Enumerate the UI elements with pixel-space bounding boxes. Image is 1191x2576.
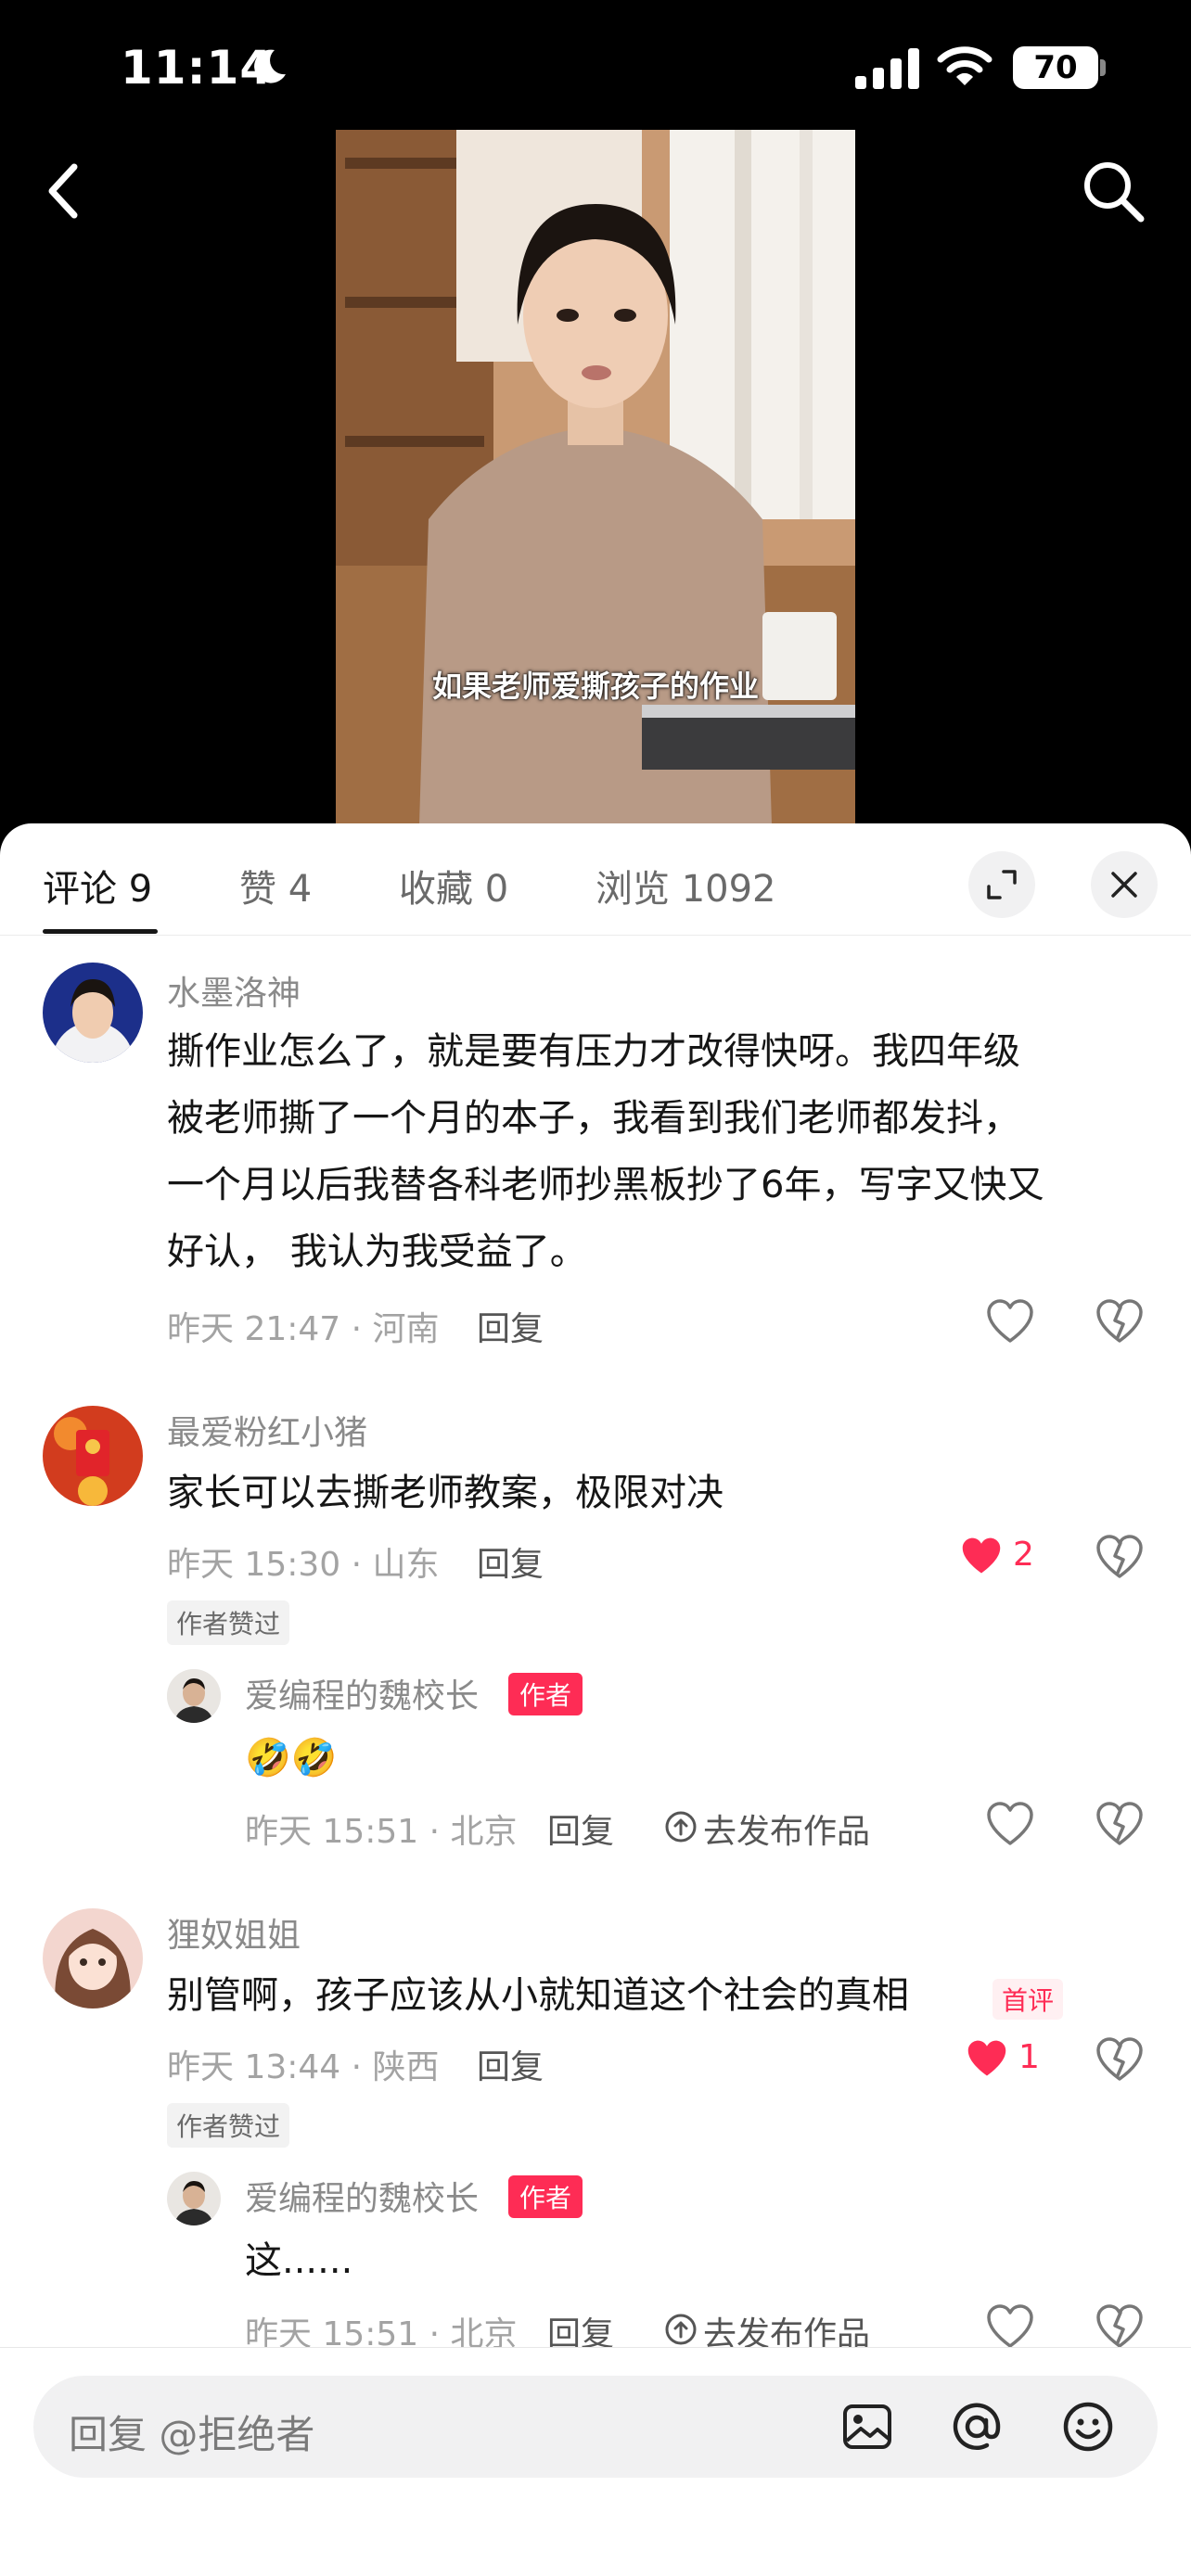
avatar[interactable] <box>43 1406 143 1506</box>
reply-input[interactable]: 回复 @拒绝者 <box>33 2376 1158 2478</box>
broken-heart-icon[interactable] <box>1095 1298 1145 1345</box>
comment-meta: 昨天 13:44 · 陕西 <box>167 2048 440 2086</box>
reply-text: 🤣🤣 <box>245 1737 338 1779</box>
like-count: 1 <box>1018 2038 1040 2076</box>
broken-heart-icon[interactable] <box>1095 1534 1145 1580</box>
reply-input-bar: 回复 @拒绝者 <box>0 2347 1191 2576</box>
comment-meta: 昨天 15:30 · 山东 <box>167 1546 440 1584</box>
like-count: 2 <box>1013 1536 1034 1574</box>
tab-favorites[interactable]: 收藏 0 <box>399 859 508 912</box>
image-icon[interactable] <box>840 2400 894 2454</box>
comment-text: 撕作业怎么了，就是要有压力才改得快呀。我四年级 被老师撕了一个月的本子，我看到我… <box>167 1018 1169 1285</box>
emoji-icon[interactable] <box>1061 2400 1115 2454</box>
avatar[interactable] <box>167 2172 221 2225</box>
mention-icon[interactable] <box>950 2400 1004 2454</box>
heart-outline-icon[interactable] <box>985 1298 1035 1345</box>
heart-filled-icon[interactable] <box>959 1536 1004 1576</box>
tab-views[interactable]: 浏览 1092 <box>596 859 776 912</box>
comment-meta: 昨天 21:47 · 河南 <box>167 1310 440 1348</box>
wifi-icon <box>937 46 992 85</box>
expand-icon <box>987 870 1017 899</box>
author-liked-tag: 作者赞过 <box>167 2103 290 2148</box>
heart-outline-icon[interactable] <box>985 1801 1035 1847</box>
avatar[interactable] <box>43 963 143 1063</box>
comments-sheet: 评论 9 赞 4 收藏 0 浏览 1092 水墨洛神 撕作业怎么了，就是要有压力… <box>0 823 1191 2576</box>
upload-circle-icon[interactable] <box>664 1810 698 1843</box>
author-liked-tag: 作者赞过 <box>167 1600 290 1645</box>
active-tab-indicator <box>43 929 158 934</box>
comment-text-line: 被老师撕了一个月的本子，我看到我们老师都发抖， <box>167 1097 1020 1140</box>
comment-username[interactable]: 水墨洛神 <box>167 966 301 1014</box>
reply-text: 这...... <box>245 2239 353 2282</box>
tab-comments[interactable]: 评论 9 <box>43 859 152 912</box>
comment-text-line: 一个月以后我替各科老师抄黑板抄了6年，写字又快又 <box>167 1164 1044 1206</box>
cellular-signal-icon <box>855 48 919 89</box>
expand-button[interactable] <box>968 851 1035 918</box>
upload-circle-icon[interactable] <box>664 2313 698 2346</box>
reply-button[interactable]: 回复 <box>547 1804 614 1853</box>
publish-work-link[interactable]: 去发布作品 <box>703 1804 870 1853</box>
video-player[interactable]: 如果老师爱撕孩子的作业 <box>336 130 855 825</box>
reply-button[interactable]: 回复 <box>477 1302 544 1350</box>
reply-button[interactable]: 回复 <box>477 2040 544 2088</box>
broken-heart-icon[interactable] <box>1095 1801 1145 1847</box>
comment-text: 家长可以去撕老师教案，极限对决 <box>167 1460 1169 1526</box>
comment-text-line: 好认， 我认为我受益了。 <box>167 1231 587 1273</box>
comments-tab-bar: 评论 9 赞 4 收藏 0 浏览 1092 <box>0 823 1191 936</box>
reply-username[interactable]: 爱编程的魏校长 <box>245 1669 479 1717</box>
author-badge: 作者 <box>508 2175 583 2218</box>
reply-username[interactable]: 爱编程的魏校长 <box>245 2172 479 2220</box>
comment-text-line: 撕作业怎么了，就是要有压力才改得快呀。我四年级 <box>167 1030 1020 1073</box>
comment-username[interactable]: 最爱粉红小猪 <box>167 1406 367 1454</box>
author-badge: 作者 <box>508 1673 583 1715</box>
close-icon <box>1111 872 1137 898</box>
battery-level: 70 <box>1013 46 1098 89</box>
moon-icon <box>254 49 286 83</box>
tab-likes[interactable]: 赞 4 <box>239 859 312 912</box>
close-button[interactable] <box>1091 851 1158 918</box>
reply-button[interactable]: 回复 <box>477 1537 544 1586</box>
comment-username[interactable]: 狸奴姐姐 <box>167 1908 301 1957</box>
comment-text-line: 别管啊，孩子应该从小就知道这个社会的真相 <box>167 1974 909 2017</box>
heart-filled-icon[interactable] <box>965 2038 1009 2079</box>
reply-input-placeholder: 回复 @拒绝者 <box>69 2412 315 2457</box>
video-frame <box>336 130 855 825</box>
back-chevron-icon[interactable] <box>32 158 98 224</box>
search-icon[interactable] <box>1080 158 1146 224</box>
reply-meta: 昨天 15:51 · 北京 <box>245 1813 518 1851</box>
video-subtitle: 如果老师爱撕孩子的作业 <box>431 669 759 704</box>
battery-cap <box>1100 59 1106 76</box>
broken-heart-icon[interactable] <box>1095 2036 1145 2083</box>
broken-heart-icon[interactable] <box>1095 2303 1145 2350</box>
heart-outline-icon[interactable] <box>985 2303 1035 2350</box>
avatar[interactable] <box>43 1908 143 2009</box>
avatar[interactable] <box>167 1669 221 1723</box>
status-bar: 11:14 70 <box>0 0 1191 130</box>
first-comment-badge: 首评 <box>992 1979 1064 2020</box>
comment-text-line: 家长可以去撕老师教案，极限对决 <box>167 1472 724 1514</box>
